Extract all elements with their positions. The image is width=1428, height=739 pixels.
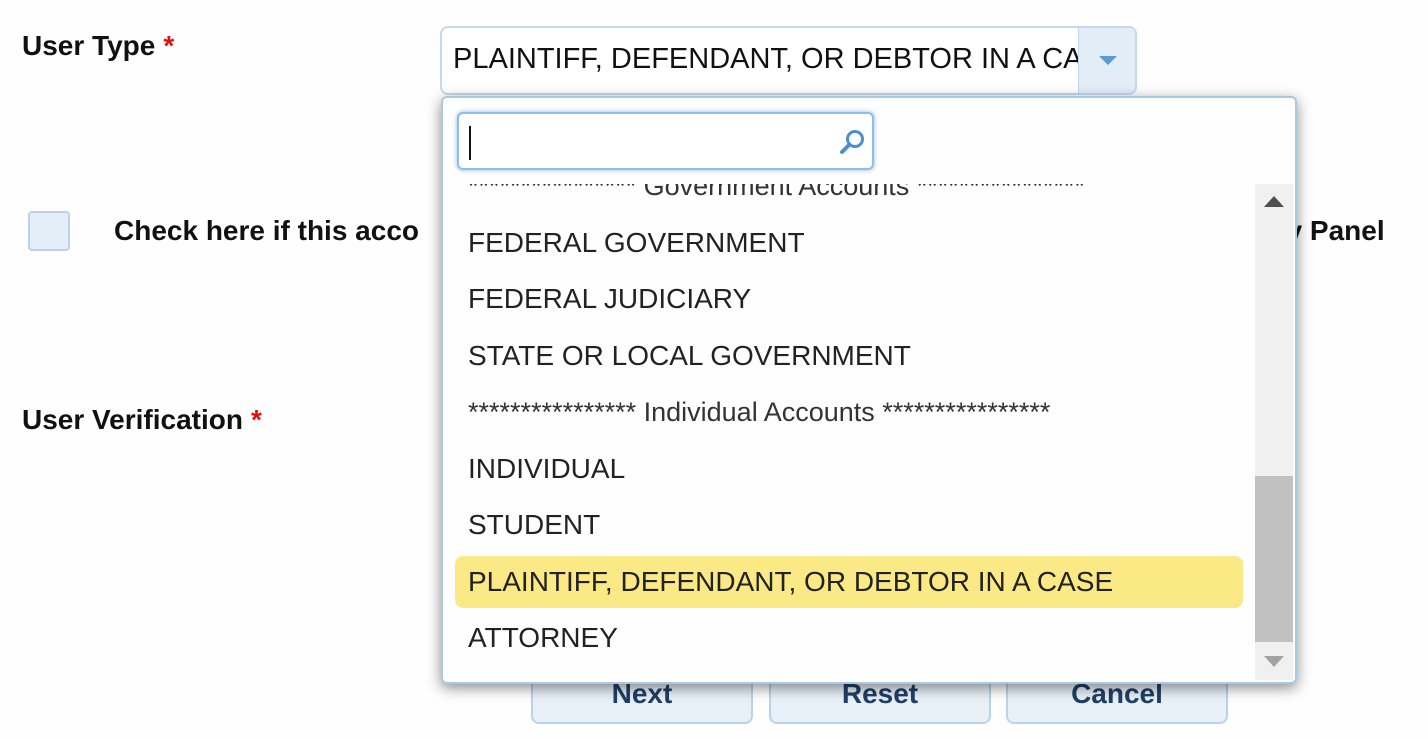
option-plaintiff-defendant-debtor[interactable]: PLAINTIFF, DEFENDANT, OR DEBTOR IN A CAS… — [455, 556, 1243, 608]
user-verification-label-text: User Verification — [22, 404, 243, 435]
user-type-label: User Type * — [22, 30, 174, 62]
user-type-select-value: PLAINTIFF, DEFENDANT, OR DEBTOR IN A CAS… — [453, 43, 1079, 75]
dropdown-search-field[interactable] — [457, 112, 874, 170]
option-federal-government[interactable]: FEDERAL GOVERNMENT — [455, 217, 1243, 269]
option-attorney[interactable]: ATTORNEY — [455, 612, 1243, 664]
option-group-header: **************** Individual Accounts ***… — [468, 397, 1051, 427]
checkbox-label-start: Check here if this acco — [114, 215, 420, 246]
select-toggle-button[interactable] — [1078, 28, 1135, 93]
account-checkbox[interactable] — [28, 211, 70, 251]
dropdown-scrollbar[interactable] — [1255, 184, 1293, 680]
scroll-up-arrow-icon[interactable] — [1264, 196, 1284, 207]
option-student[interactable]: STUDENT — [455, 499, 1243, 551]
chevron-down-icon — [1099, 56, 1117, 65]
user-type-label-text: User Type — [22, 30, 156, 61]
page: User Type * User Verification * Check here… — [0, 0, 1428, 739]
option-individual[interactable]: INDIVIDUAL — [455, 443, 1243, 495]
user-verification-label: User Verification * — [22, 404, 262, 436]
option-state-or-local-government[interactable]: STATE OR LOCAL GOVERNMENT — [455, 330, 1243, 382]
user-type-dropdown: **************** Government Accounts ***… — [441, 96, 1297, 684]
required-marker: * — [163, 30, 175, 61]
search-icon — [840, 130, 864, 154]
scrollbar-thumb[interactable] — [1255, 476, 1293, 642]
scroll-down-arrow-icon[interactable] — [1264, 656, 1284, 667]
dropdown-options-list: **************** Government Accounts ***… — [443, 184, 1255, 682]
dropdown-search-input[interactable] — [467, 122, 831, 162]
option-group-header: **************** Government Accounts ***… — [468, 184, 1085, 201]
required-marker: * — [250, 404, 262, 435]
user-type-select[interactable]: PLAINTIFF, DEFENDANT, OR DEBTOR IN A CAS… — [440, 26, 1137, 95]
text-caret — [469, 126, 471, 160]
option-federal-judiciary[interactable]: FEDERAL JUDICIARY — [455, 273, 1243, 325]
